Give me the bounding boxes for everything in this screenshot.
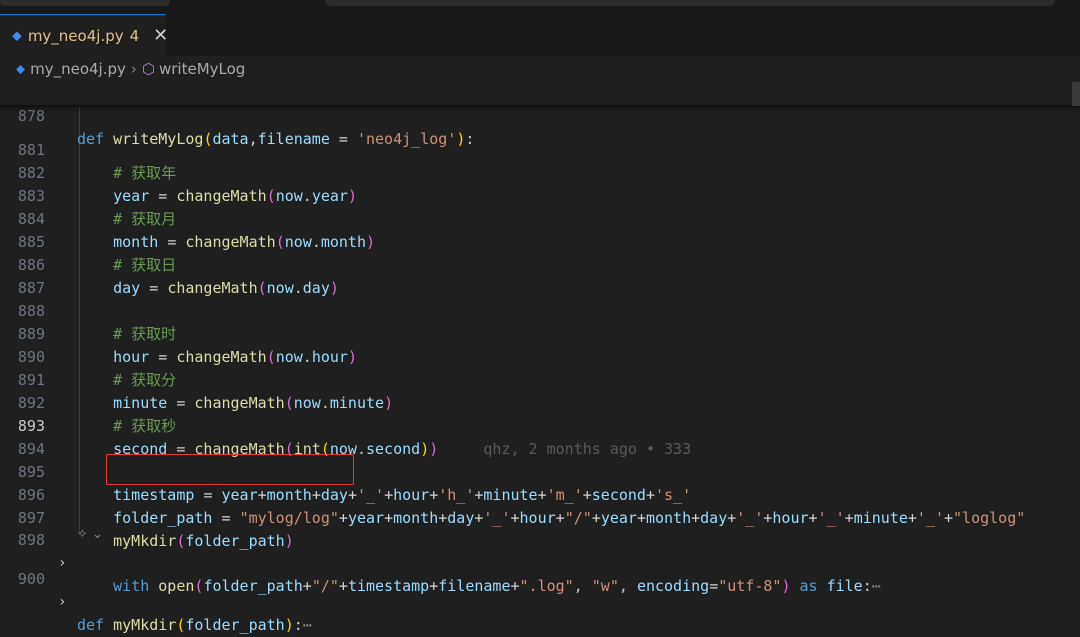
code-line: 889 hour = changeMath(now.hour) <box>17 325 357 366</box>
code-line: 887 <box>17 279 45 297</box>
scrollbar-thumb[interactable] <box>1072 82 1080 106</box>
code-line-partial: 901 <box>0 568 1080 574</box>
tab-my-neo4j[interactable]: ⬥ my_neo4j.py 4 ✕ <box>0 14 168 56</box>
code-line: def writeMyLog(data,filename = 'neo4j_lo… <box>77 130 475 148</box>
folded-ellipsis-icon[interactable]: ⋯ <box>303 616 312 634</box>
code-line: 891 minute = changeMath(now.minute) <box>17 371 394 412</box>
code-line: 884 month = changeMath(now.month) <box>17 210 376 251</box>
code-line: 890 # 获取分 <box>17 348 177 389</box>
sparkle-icon[interactable]: ✧ <box>77 527 88 542</box>
code-line-folded: 898 › with open(folder_path+"/"+timestam… <box>17 531 881 595</box>
code-line: 892 # 获取秒 <box>17 394 177 435</box>
title-strip <box>0 0 1080 8</box>
breadcrumb: ⬥ my_neo4j.py › ⬡ writeMyLog <box>0 56 1080 82</box>
editor-tab-bar: ⬥ my_neo4j.py 4 ✕ <box>0 0 1080 56</box>
highlight-annotation-box <box>106 454 354 485</box>
code-line-folded: 900 › def myMkdir(folder_path):⋯ <box>17 570 312 634</box>
code-line: 894 <box>17 440 45 458</box>
close-icon[interactable]: ✕ <box>153 25 168 46</box>
code-line: 897 myMkdir(folder_path) <box>17 509 294 550</box>
code-line: 885 # 获取日 <box>17 233 177 274</box>
sticky-scroll-line[interactable]: 878 def writeMyLog(data,filename = 'neo4… <box>0 82 1080 148</box>
method-symbol-icon: ⬡ <box>141 60 155 78</box>
line-number: 878 <box>17 107 45 125</box>
python-file-icon: ⬥ <box>12 27 22 44</box>
breadcrumb-file[interactable]: my_neo4j.py <box>30 60 126 78</box>
fold-chevron-icon[interactable]: › <box>58 591 66 614</box>
folded-ellipsis-icon[interactable]: ⋯ <box>872 577 881 595</box>
code-line: 883 # 获取月 <box>17 187 177 228</box>
code-line: 886 day = changeMath(now.day) <box>17 256 339 297</box>
code-line: 888 # 获取时 <box>17 302 177 343</box>
problems-count-badge: 4 <box>129 26 140 45</box>
chevron-right-icon: › <box>130 60 137 78</box>
sticky-scroll-shadow <box>0 105 1080 107</box>
chevron-down-icon[interactable]: ⌄ <box>92 527 103 542</box>
breadcrumb-symbol[interactable]: writeMyLog <box>159 60 245 78</box>
code-action-row[interactable]: ✧ ⌄ <box>77 527 103 542</box>
code-line-current: 893 second = changeMath(int(now.second))… <box>0 392 1080 458</box>
python-file-icon: ⬥ <box>16 61 26 77</box>
tab-filename: my_neo4j.py <box>27 26 124 45</box>
